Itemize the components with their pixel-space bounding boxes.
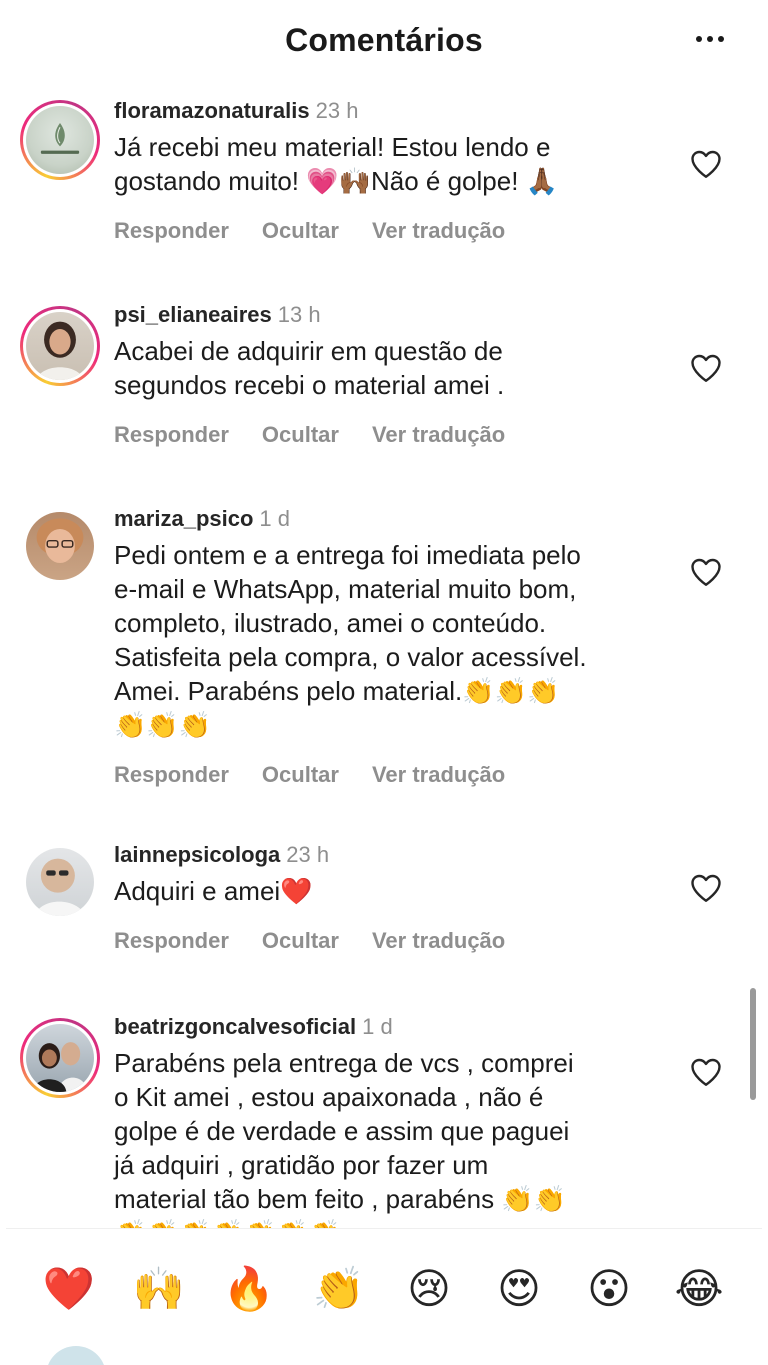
heart-icon[interactable]	[688, 146, 724, 182]
comment-text: Parabéns pela entrega de vcs , comprei o…	[114, 1048, 574, 1228]
reply-button[interactable]: Responder	[114, 762, 229, 788]
hide-button[interactable]: Ocultar	[262, 762, 339, 788]
comment-list[interactable]: floramazonaturalis 23 h Já recebi meu mat…	[6, 78, 762, 1228]
reaction-crying[interactable]: 😢	[397, 1264, 461, 1314]
reaction-surprised[interactable]: 😮	[577, 1264, 641, 1314]
translate-button[interactable]: Ver tradução	[372, 928, 505, 954]
avatar[interactable]	[20, 306, 100, 386]
quick-reactions-bar: ❤️ 🙌 🔥 👏 😢 😍 😮 😂	[6, 1228, 762, 1348]
comment-username[interactable]: psi_elianeaires	[114, 302, 272, 327]
translate-button[interactable]: Ver tradução	[372, 762, 505, 788]
hide-button[interactable]: Ocultar	[262, 218, 339, 244]
translate-button[interactable]: Ver tradução	[372, 422, 505, 448]
heart-icon[interactable]	[688, 350, 724, 386]
comment-text: Já recebi meu material! Estou lendo e go…	[114, 132, 559, 196]
comment-time: 23 h	[315, 98, 359, 123]
heart-icon[interactable]	[688, 1054, 724, 1090]
comment-time: 1 d	[362, 1014, 393, 1039]
reaction-heart[interactable]: ❤️	[37, 1264, 101, 1314]
header: Comentários	[6, 0, 762, 78]
comments-screen: Comentários floramazonaturalis 23 h Já r…	[6, 0, 762, 1365]
profile-photo-icon	[36, 518, 84, 563]
avatar[interactable]	[20, 1018, 100, 1098]
profile-photo-icon	[36, 321, 84, 380]
avatar[interactable]	[20, 842, 100, 922]
hide-button[interactable]: Ocultar	[262, 422, 339, 448]
comment-time: 13 h	[277, 302, 321, 327]
more-options-icon[interactable]	[690, 24, 730, 54]
reply-button[interactable]: Responder	[114, 928, 229, 954]
scrollbar[interactable]	[750, 988, 756, 1100]
heart-icon[interactable]	[688, 870, 724, 906]
avatar[interactable]	[20, 506, 100, 586]
comment-username[interactable]: floramazonaturalis	[114, 98, 310, 123]
translate-button[interactable]: Ver tradução	[372, 218, 505, 244]
reaction-raised-hands[interactable]: 🙌	[127, 1264, 191, 1314]
profile-photo-icon	[34, 858, 86, 916]
composer-avatar[interactable]	[46, 1346, 106, 1365]
reaction-clap[interactable]: 👏	[307, 1264, 371, 1314]
heart-icon[interactable]	[688, 554, 724, 590]
reply-button[interactable]: Responder	[114, 218, 229, 244]
reaction-fire[interactable]: 🔥	[217, 1264, 281, 1314]
reaction-heart-eyes[interactable]: 😍	[487, 1264, 551, 1314]
brand-logo-icon	[40, 123, 80, 154]
profile-photo-icon	[32, 1042, 88, 1092]
comment-username[interactable]: lainnepsicologa	[114, 842, 280, 867]
avatar[interactable]	[20, 100, 100, 180]
page-title: Comentários	[285, 21, 483, 58]
hide-button[interactable]: Ocultar	[262, 928, 339, 954]
comment-text: Adquiri e amei❤️	[114, 876, 313, 906]
comment-text: Acabei de adquirir em questão de segundo…	[114, 336, 505, 400]
comment-username[interactable]: mariza_psico	[114, 506, 253, 531]
reply-button[interactable]: Responder	[114, 422, 229, 448]
comment-username[interactable]: beatrizgoncalvesoficial	[114, 1014, 356, 1039]
reaction-laughing[interactable]: 😂	[667, 1264, 731, 1314]
comment-time: 1 d	[259, 506, 290, 531]
comment-time: 23 h	[286, 842, 330, 867]
comment-text: Pedi ontem e a entrega foi imediata pelo…	[114, 540, 587, 740]
